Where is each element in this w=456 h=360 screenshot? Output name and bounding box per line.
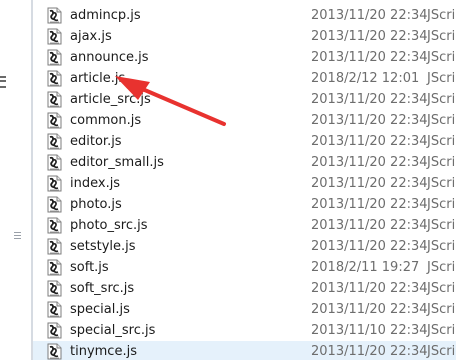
file-modified-date: 2013/11/10 22:34 (311, 323, 428, 338)
file-type: JScri (427, 218, 456, 233)
js-script-file-icon (47, 196, 62, 213)
file-modified-date: 2013/11/20 22:34 (311, 92, 428, 107)
file-type: JScri (427, 323, 456, 338)
file-row[interactable]: special.js 2013/11/20 22:34 JScri (33, 299, 456, 320)
js-script-file-icon (47, 280, 62, 297)
file-modified-date: 2013/11/20 22:34 (311, 50, 428, 65)
js-script-file-icon (47, 91, 62, 108)
file-type: JScri (427, 29, 456, 44)
file-row[interactable]: admincp.js 2013/11/20 22:34 JScri (33, 5, 456, 26)
file-modified-date: 2013/11/20 22:34 (311, 218, 428, 233)
file-name[interactable]: special_src.js (70, 320, 155, 341)
pane-edge-mark (0, 86, 6, 88)
pane-edge-mark (0, 80, 6, 82)
file-modified-date: 2013/11/20 22:34 (311, 302, 428, 317)
js-script-file-icon (47, 49, 62, 66)
file-name[interactable]: ajax.js (70, 26, 112, 47)
file-type: JScri (427, 344, 456, 359)
file-row[interactable]: announce.js 2013/11/20 22:34 JScri (33, 47, 456, 68)
file-row[interactable]: editor.js 2013/11/20 22:34 JScri (33, 131, 456, 152)
splitter-grip-icon[interactable] (14, 232, 21, 239)
file-name[interactable]: tinymce.js (70, 341, 137, 360)
file-row[interactable]: article_src.js 2013/11/20 22:34 JScri (33, 89, 456, 110)
file-type: JScri (427, 50, 456, 65)
file-name[interactable]: photo_src.js (70, 215, 148, 236)
file-type: JScri (427, 302, 456, 317)
file-name[interactable]: article_src.js (70, 89, 151, 110)
file-name[interactable]: soft_src.js (70, 278, 134, 299)
file-modified-date: 2013/11/20 22:34 (311, 197, 428, 212)
file-modified-date: 2018/2/11 19:27 (311, 260, 420, 275)
js-script-file-icon (47, 133, 62, 150)
file-list: admincp.js 2013/11/20 22:34 JScri ajax.js 20… (33, 0, 456, 360)
js-script-file-icon (47, 28, 62, 45)
js-script-file-icon (47, 154, 62, 171)
js-script-file-icon (47, 112, 62, 129)
file-name[interactable]: setstyle.js (70, 236, 136, 257)
file-row[interactable]: index.js 2013/11/20 22:34 JScri (33, 173, 456, 194)
js-script-file-icon (47, 322, 62, 339)
file-modified-date: 2013/11/20 22:34 (311, 239, 428, 254)
file-name[interactable]: article.js (70, 68, 125, 89)
file-name[interactable]: editor_small.js (70, 152, 164, 173)
file-row[interactable]: soft.js 2018/2/11 19:27 JScri (33, 257, 456, 278)
file-row[interactable]: soft_src.js 2013/11/20 22:34 JScri (33, 278, 456, 299)
file-row[interactable]: ajax.js 2013/11/20 22:34 JScri (33, 26, 456, 47)
js-script-file-icon (47, 238, 62, 255)
file-type: JScri (427, 92, 456, 107)
file-modified-date: 2013/11/20 22:34 (311, 176, 428, 191)
js-script-file-icon (47, 301, 62, 318)
navigation-pane (0, 0, 31, 360)
pane-edge-mark (0, 76, 6, 78)
file-type: JScri (427, 197, 456, 212)
file-modified-date: 2013/11/20 22:34 (311, 113, 428, 128)
file-type: JScri (427, 239, 456, 254)
file-name[interactable]: admincp.js (70, 5, 141, 26)
file-modified-date: 2013/11/20 22:34 (311, 155, 428, 170)
js-script-file-icon (47, 217, 62, 234)
js-script-file-icon (47, 70, 62, 87)
file-type: JScri (427, 8, 456, 23)
file-name[interactable]: common.js (70, 110, 141, 131)
file-modified-date: 2013/11/20 22:34 (311, 134, 428, 149)
file-row[interactable]: common.js 2013/11/20 22:34 JScri (33, 110, 456, 131)
js-script-file-icon (47, 175, 62, 192)
file-type: JScri (427, 155, 456, 170)
file-type: JScri (427, 71, 456, 86)
file-type: JScri (427, 260, 456, 275)
file-modified-date: 2013/11/20 22:34 (311, 8, 428, 23)
file-name[interactable]: index.js (70, 173, 120, 194)
file-row[interactable]: special_src.js 2013/11/10 22:34 JScri (33, 320, 456, 341)
file-row[interactable]: editor_small.js 2013/11/20 22:34 JScri (33, 152, 456, 173)
file-type: JScri (427, 281, 456, 296)
file-row[interactable]: setstyle.js 2013/11/20 22:34 JScri (33, 236, 456, 257)
file-name[interactable]: announce.js (70, 47, 149, 68)
file-row[interactable]: photo_src.js 2013/11/20 22:34 JScri (33, 215, 456, 236)
js-script-file-icon (47, 259, 62, 276)
file-type: JScri (427, 176, 456, 191)
file-row[interactable]: photo.js 2013/11/20 22:34 JScri (33, 194, 456, 215)
file-type: JScri (427, 113, 456, 128)
file-modified-date: 2013/11/20 22:34 (311, 29, 428, 44)
file-name[interactable]: photo.js (70, 194, 122, 215)
file-type: JScri (427, 134, 456, 149)
js-script-file-icon (47, 343, 62, 360)
file-name[interactable]: soft.js (70, 257, 109, 278)
file-modified-date: 2018/2/12 12:01 (311, 71, 420, 86)
file-name[interactable]: editor.js (70, 131, 122, 152)
file-name[interactable]: special.js (70, 299, 130, 320)
js-script-file-icon (47, 7, 62, 24)
file-modified-date: 2013/11/20 22:34 (311, 281, 428, 296)
file-modified-date: 2013/11/20 22:34 (311, 344, 428, 359)
file-row[interactable]: article.js 2018/2/12 12:01 JScri (33, 68, 456, 89)
file-row[interactable]: tinymce.js 2013/11/20 22:34 JScri (33, 341, 456, 360)
